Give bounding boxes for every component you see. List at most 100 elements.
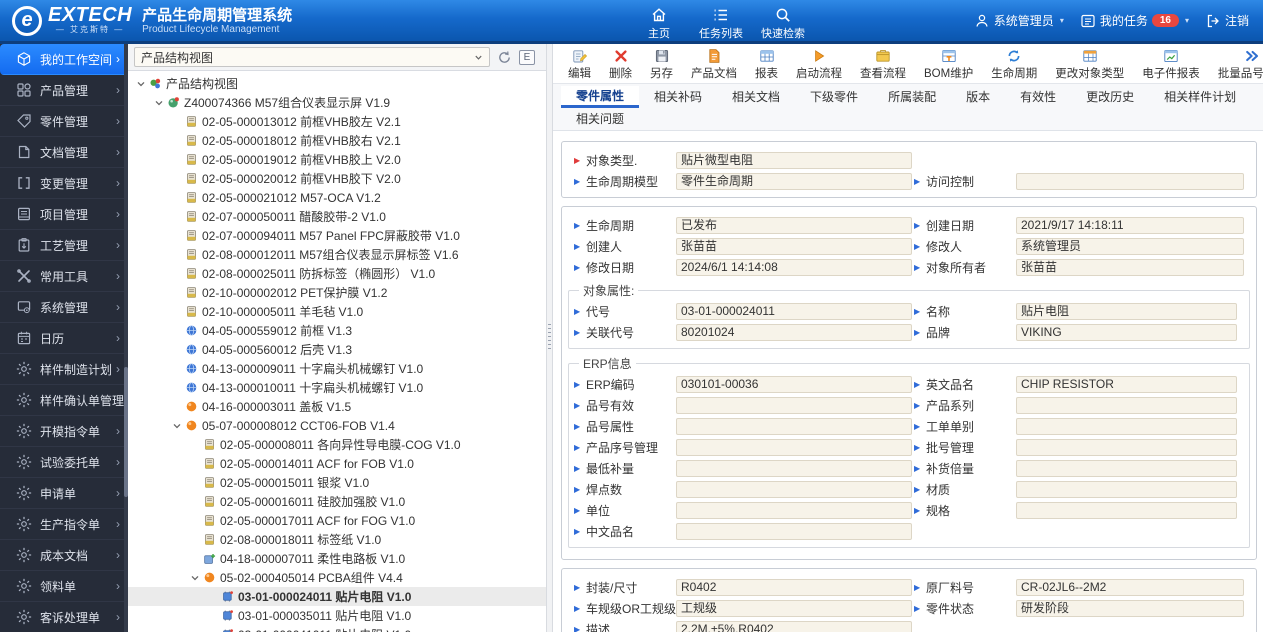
view-selector[interactable]: 产品结构视图 <box>134 47 490 67</box>
field-input[interactable] <box>1016 397 1237 414</box>
toolbar-start-workflow-button[interactable]: 启动流程 <box>787 48 851 81</box>
tree-node[interactable]: 03-01-000024011 贴片电阻 V1.0 <box>128 587 546 606</box>
field-input[interactable]: 已发布 <box>676 217 912 234</box>
nav-quick-search[interactable]: 快速检索 <box>752 3 814 41</box>
sidebar-item-mold-order[interactable]: 开模指令单 › <box>0 416 128 447</box>
toolbar-report-button[interactable]: 报表 <box>746 48 787 81</box>
field-input[interactable]: CR-02JL6--2M2 <box>1016 579 1244 596</box>
tree-node[interactable]: 02-10-000005011 羊毛毡 V1.0 <box>128 302 546 321</box>
field-input[interactable] <box>1016 481 1237 498</box>
toolbar-delete-button[interactable]: 删除 <box>600 48 641 81</box>
tree-node[interactable]: 02-10-000002012 PET保护膜 V1.2 <box>128 283 546 302</box>
sidebar-item-calendar[interactable]: 日历 › <box>0 323 128 354</box>
tree-node[interactable]: 04-16-000003011 盖板 V1.5 <box>128 397 546 416</box>
sidebar-item-project-mgmt[interactable]: 项目管理 › <box>0 199 128 230</box>
sidebar-item-parts-mgmt[interactable]: 零件管理 › <box>0 106 128 137</box>
tree-node[interactable]: 05-02-000405014 PCBA组件 V4.4 <box>128 568 546 587</box>
sidebar-item-sample-mfg-plan[interactable]: 样件制造计划 › <box>0 354 128 385</box>
sidebar-item-test-commission[interactable]: 试验委托单 › <box>0 447 128 478</box>
tab-parent-assemblies[interactable]: 所属装配 <box>873 86 951 108</box>
toolbar-edit-button[interactable]: 编辑 <box>559 48 600 81</box>
field-input[interactable]: 张苗苗 <box>676 238 912 255</box>
field-input[interactable]: 张苗苗 <box>1016 259 1244 276</box>
field-input[interactable] <box>1016 460 1237 477</box>
field-input[interactable] <box>676 523 912 540</box>
toolbar-electronic-report-button[interactable]: 电子件报表 <box>1133 48 1209 81</box>
field-input[interactable] <box>676 418 912 435</box>
field-input[interactable]: 研发阶段 <box>1016 600 1244 617</box>
tree-node[interactable]: 02-05-000013012 前框VHB胶左 V2.1 <box>128 112 546 131</box>
tree-node[interactable]: 04-05-000559012 前框 V1.3 <box>128 321 546 340</box>
tree-node[interactable]: 03-01-000035011 贴片电阻 V1.0 <box>128 606 546 625</box>
tab-related-issues[interactable]: 相关问题 <box>561 108 639 130</box>
tree-node[interactable]: 02-05-000008011 各向异性导电膜-COG V1.0 <box>128 435 546 454</box>
field-input[interactable] <box>1016 439 1237 456</box>
tree-node[interactable]: 02-07-000050011 醋酸胶带-2 V1.0 <box>128 207 546 226</box>
sidebar-item-system-mgmt[interactable]: 系统管理 › <box>0 292 128 323</box>
tab-versions[interactable]: 版本 <box>951 86 1005 108</box>
tree-node[interactable]: 04-18-000007011 柔性电路板 V1.0 <box>128 549 546 568</box>
sidebar-item-common-tools[interactable]: 常用工具 › <box>0 261 128 292</box>
nav-home[interactable]: 主页 <box>628 3 690 41</box>
tree-node[interactable]: 02-05-000016011 硅胶加强胶 V1.0 <box>128 492 546 511</box>
field-input[interactable] <box>1016 502 1237 519</box>
tree-node[interactable]: 02-08-000025011 防拆标签（椭圆形） V1.0 <box>128 264 546 283</box>
sidebar-item-process-mgmt[interactable]: 工艺管理 › <box>0 230 128 261</box>
sidebar-item-document-mgmt[interactable]: 文档管理 › <box>0 137 128 168</box>
field-input[interactable] <box>676 439 912 456</box>
sidebar-item-workspace[interactable]: 我的工作空间 › <box>0 44 128 75</box>
tab-change-history[interactable]: 更改历史 <box>1071 86 1149 108</box>
panel-splitter[interactable] <box>546 44 553 632</box>
field-input[interactable]: 系统管理员 <box>1016 238 1244 255</box>
tab-sample-plans[interactable]: 相关样件计划 <box>1149 86 1251 108</box>
sidebar-item-product-mgmt[interactable]: 产品管理 › <box>0 75 128 106</box>
tree-node[interactable]: 02-05-000018012 前框VHB胶右 V2.1 <box>128 131 546 150</box>
tree-node[interactable]: 02-05-000019012 前框VHB胶上 V2.0 <box>128 150 546 169</box>
sidebar-item-material-requisition[interactable]: 领料单 › <box>0 571 128 602</box>
tree-node[interactable]: 05-07-000008012 CCT06-FOB V1.4 <box>128 416 546 435</box>
field-input[interactable]: 贴片微型电阻 <box>676 152 912 169</box>
toolbar-view-workflow-button[interactable]: 查看流程 <box>851 48 915 81</box>
tab-bid-documents[interactable]: 相关投标文件 <box>1251 86 1263 108</box>
tree-node[interactable]: 02-08-000012011 M57组合仪表显示屏标签 V1.6 <box>128 245 546 264</box>
field-input[interactable] <box>676 397 912 414</box>
field-input[interactable]: 2024/6/1 14:14:08 <box>676 259 912 276</box>
tab-related-documents[interactable]: 相关文档 <box>717 86 795 108</box>
field-input[interactable] <box>676 481 912 498</box>
sidebar-item-change-mgmt[interactable]: 变更管理 › <box>0 168 128 199</box>
logout-button[interactable]: 注销 <box>1205 12 1249 29</box>
tree-node[interactable]: 02-05-000020012 前框VHB胶下 V2.0 <box>128 169 546 188</box>
sidebar-item-complaint-handling[interactable]: 客诉处理单 › <box>0 602 128 632</box>
sidebar-scrollbar[interactable] <box>124 44 128 632</box>
field-input[interactable]: 工规级 <box>676 600 912 617</box>
toolbar-change-object-type-button[interactable]: 更改对象类型 <box>1046 48 1133 81</box>
field-input[interactable]: 03-01-000024011 <box>676 303 912 320</box>
field-input[interactable]: VIKING <box>1016 324 1237 341</box>
toolbar-batch-integration-button[interactable]: 批量品号集成 <box>1209 48 1263 81</box>
tree-node[interactable]: Z400074366 M57组合仪表显示屏 V1.9 <box>128 93 546 112</box>
tree-node[interactable]: 02-05-000017011 ACF for FOG V1.0 <box>128 511 546 530</box>
sidebar-item-production-order[interactable]: 生产指令单 › <box>0 509 128 540</box>
expand-tree-button[interactable]: E <box>519 49 535 65</box>
toolbar-lifecycle-button[interactable]: 生命周期 <box>982 48 1046 81</box>
my-tasks-menu[interactable]: 我的任务 16 ▾ <box>1080 12 1189 29</box>
field-input[interactable] <box>676 460 912 477</box>
tab-part-attributes[interactable]: 零件属性 <box>561 86 640 108</box>
tab-related-codes[interactable]: 相关补码 <box>639 86 717 108</box>
refresh-button[interactable] <box>497 50 512 65</box>
tree-node[interactable]: 02-08-000018011 标签纸 V1.0 <box>128 530 546 549</box>
tab-effectivity[interactable]: 有效性 <box>1005 86 1071 108</box>
user-menu[interactable]: 系统管理员 ▾ <box>974 12 1064 29</box>
field-input[interactable]: R0402 <box>676 579 912 596</box>
field-input[interactable] <box>1016 418 1237 435</box>
toolbar-save-as-button[interactable]: 另存 <box>641 48 682 81</box>
tree-node[interactable]: 02-05-000014011 ACF for FOB V1.0 <box>128 454 546 473</box>
field-input[interactable]: 零件生命周期 <box>676 173 912 190</box>
tab-child-parts[interactable]: 下级零件 <box>795 86 873 108</box>
field-input[interactable]: 2.2M,±5%,R0402 <box>676 621 912 632</box>
field-input[interactable]: 贴片电阻 <box>1016 303 1237 320</box>
sidebar-scrollbar-thumb[interactable] <box>124 367 128 497</box>
tree-node[interactable]: 产品结构视图 <box>128 74 546 93</box>
sidebar-item-application-form[interactable]: 申请单 › <box>0 478 128 509</box>
nav-task-list[interactable]: 任务列表 <box>690 3 752 41</box>
